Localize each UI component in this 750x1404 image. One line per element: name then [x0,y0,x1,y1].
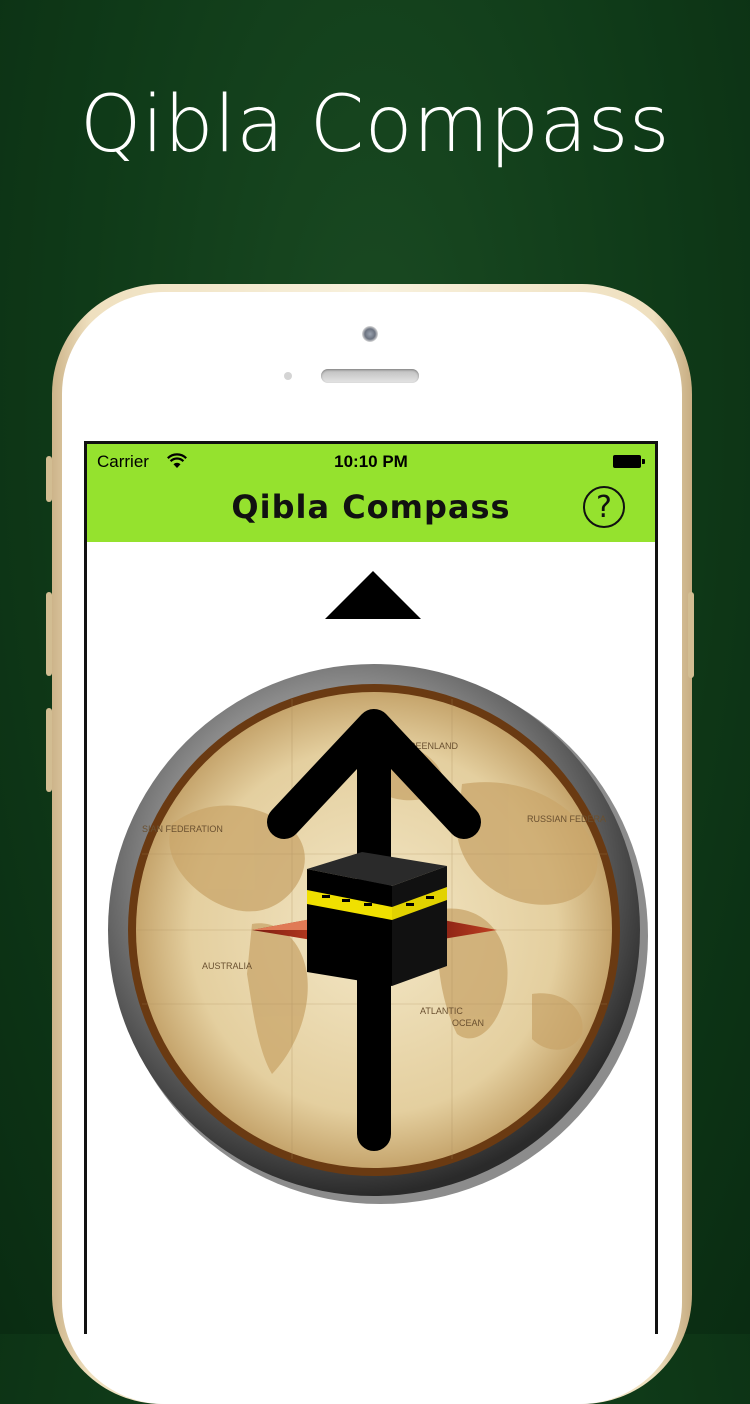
front-camera [362,326,378,342]
nav-title: Qibla Compass [231,488,511,526]
navigation-bar: Carrier 10:10 PM Qibla Compass ? [87,444,655,542]
map-label-ocean: OCEAN [452,1018,484,1028]
map-label-australia: AUSTRALIA [202,961,252,971]
map-label-russia-right: RUSSIAN FEDERA [527,814,606,824]
promo-title: Qibla Compass [79,80,671,170]
phone-power-button [688,592,694,678]
compass-dial: SIAN FEDERATION RUSSIAN FEDERA GREENLAND… [108,664,648,1204]
kaaba-icon [307,852,447,986]
proximity-sensor [284,372,292,380]
phone-mute-switch [46,456,52,502]
pointer-icon [325,571,421,619]
help-icon: ? [596,490,612,525]
status-time: 10:10 PM [334,452,408,471]
map-label-atlantic: ATLANTIC [420,1006,463,1016]
app-screen: Carrier 10:10 PM Qibla Compass ? SIAN FE… [84,441,658,1334]
help-button[interactable]: ? [583,486,625,528]
phone-volume-up [46,592,52,676]
earpiece-speaker [321,369,419,383]
battery-icon [613,455,645,468]
map-label-russia-left: SIAN FEDERATION [142,824,223,834]
phone-volume-down [46,708,52,792]
